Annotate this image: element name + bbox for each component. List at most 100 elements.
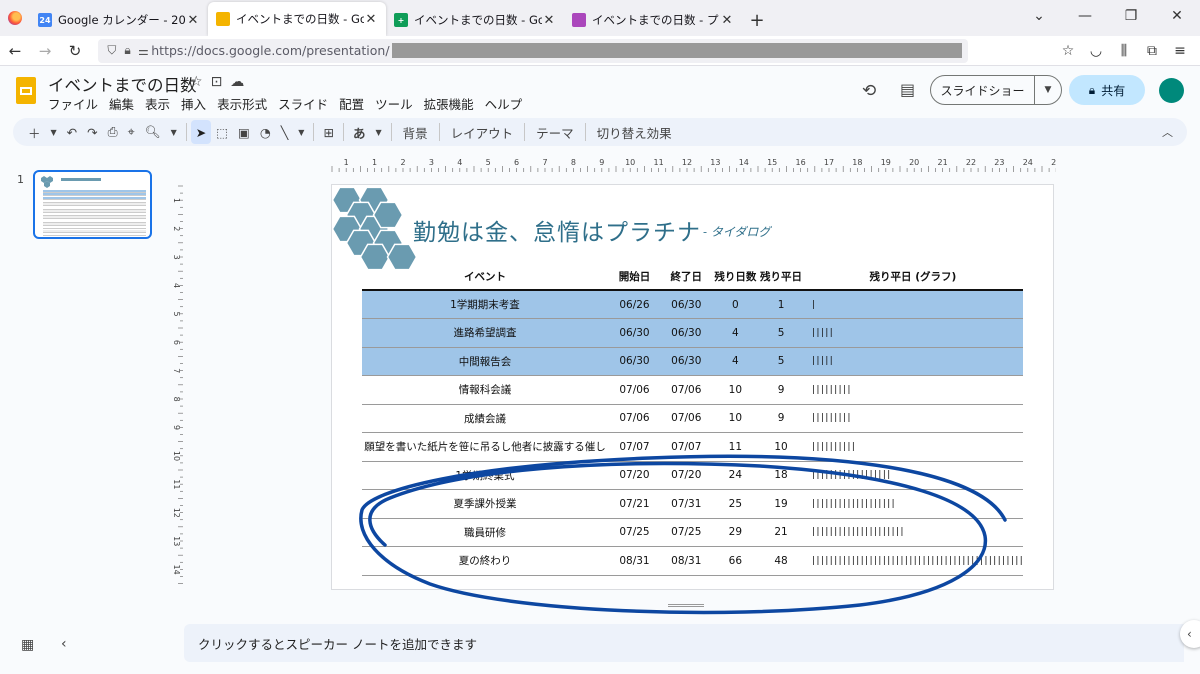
- print-icon[interactable]: ⎙: [103, 120, 123, 144]
- back-icon[interactable]: ←: [0, 42, 30, 60]
- theme-button[interactable]: テーマ: [529, 123, 581, 142]
- table-row[interactable]: 進路希望調査 06/30 06/30 4 5 |||||: [362, 318, 1023, 348]
- line-dropdown-icon[interactable]: ▼: [293, 120, 309, 144]
- browser-tab[interactable]: 24 Google カレンダー - 2023年 6月 2✕: [30, 4, 208, 36]
- browser-tab[interactable]: イベントまでの日数 - Google スライ✕: [208, 2, 386, 36]
- table-row[interactable]: 夏季課外授業 07/21 07/31 25 19 |||||||||||||||||||: [362, 489, 1023, 519]
- forward-icon[interactable]: →: [30, 42, 60, 60]
- undo-icon[interactable]: ↶: [62, 120, 82, 144]
- star-icon[interactable]: ☆: [190, 74, 203, 90]
- vertical-ruler[interactable]: 1 2 3 4 5 6 7 8 9 10 11 12 13 14: [169, 184, 183, 590]
- table-row[interactable]: 1学期期末考査 06/26 06/30 0 1 |: [362, 290, 1023, 319]
- paint-format-icon[interactable]: ⌖: [123, 120, 140, 144]
- menu-item[interactable]: スライド: [278, 94, 328, 113]
- slide-canvas[interactable]: 勤勉は金、怠惰はプラチナ - タイダログ イベント 開始日 終了日 残り日数 残り平日残…: [331, 184, 1054, 590]
- slideshow-button[interactable]: スライドショー ▼: [930, 75, 1062, 105]
- table-row[interactable]: 情報科会議 07/06 07/06 10 9 |||||||||: [362, 375, 1023, 405]
- comment-add-icon[interactable]: ⊞: [318, 120, 338, 144]
- line-icon[interactable]: ╲: [276, 120, 294, 144]
- new-tab-icon[interactable]: +: [742, 4, 772, 36]
- slide-thumbnail[interactable]: [33, 170, 152, 239]
- minimize-icon[interactable]: —: [1062, 8, 1108, 24]
- share-button[interactable]: 🔒︎ 共有: [1069, 75, 1145, 105]
- speaker-notes[interactable]: クリックするとスピーカー ノートを追加できます: [184, 624, 1184, 662]
- table-row[interactable]: 夏の終わり 08/31 08/31 66 48 |||||||||||||||||||||…: [362, 546, 1023, 576]
- reload-icon[interactable]: ↻: [60, 42, 90, 60]
- tab-close-icon[interactable]: ✕: [542, 13, 556, 28]
- menu-item[interactable]: ツール: [375, 94, 413, 113]
- slide-title[interactable]: 勤勉は金、怠惰はプラチナ: [413, 213, 701, 247]
- new-slide-dropdown-icon[interactable]: ▼: [46, 120, 62, 144]
- url-text[interactable]: https://docs.google.com/presentation/: [151, 43, 389, 58]
- background-button[interactable]: 背景: [396, 123, 435, 142]
- menu-item[interactable]: 表示: [145, 94, 170, 113]
- shape-icon[interactable]: ◔: [255, 120, 276, 144]
- tab-title[interactable]: イベントまでの日数 - Google スライ: [236, 11, 364, 27]
- slideshow-label[interactable]: スライドショー: [931, 76, 1035, 104]
- table-row[interactable]: 1学期終業式 07/20 07/20 24 18 ||||||||||||||||||: [362, 461, 1023, 490]
- firefox-icon[interactable]: [0, 0, 30, 36]
- lock-icon[interactable]: 🔒︎: [120, 43, 136, 58]
- table-cell-event: 中間報告会: [362, 347, 608, 376]
- url-bar[interactable]: ⛉ 🔒︎ ⚌ https://docs.google.com/presentat…: [98, 38, 968, 63]
- tab-title[interactable]: イベントまでの日数 - プロジェクト編: [592, 12, 720, 28]
- table-row[interactable]: 願望を書いた紙片を笹に吊るし他者に披露する催し 07/07 07/07 11 10 |||…: [362, 432, 1023, 462]
- table-row[interactable]: 成績会議 07/06 07/06 10 9 |||||||||: [362, 404, 1023, 433]
- permissions-icon[interactable]: ⚌: [136, 44, 152, 58]
- extensions-icon[interactable]: ⧉: [1138, 43, 1166, 59]
- version-history-icon[interactable]: ⟲: [862, 81, 876, 101]
- tab-title[interactable]: Google カレンダー - 2023年 6月 2: [58, 12, 186, 28]
- table-row[interactable]: 中間報告会 06/30 06/30 4 5 |||||: [362, 347, 1023, 376]
- cloud-status-icon[interactable]: ☁: [230, 74, 244, 90]
- input-tools-icon[interactable]: あ: [348, 120, 371, 144]
- bookmark-star-icon[interactable]: ☆: [1054, 43, 1082, 59]
- avatar[interactable]: [1159, 78, 1184, 103]
- collapse-toolbar-icon[interactable]: ︿: [1162, 124, 1177, 140]
- layout-button[interactable]: レイアウト: [444, 123, 521, 142]
- new-slide-icon[interactable]: ＋: [23, 120, 46, 144]
- transition-button[interactable]: 切り替え効果: [590, 123, 679, 142]
- slide-subtitle[interactable]: - タイダログ: [703, 223, 770, 240]
- hide-filmstrip-icon[interactable]: ‹: [61, 636, 67, 652]
- horizontal-ruler[interactable]: 1 1 2 3 4 5 6 7 8 9 10 11 12 13 14 15 16 17 18 19 20 21 22 23 24…: [330, 156, 1071, 172]
- event-table[interactable]: イベント 開始日 終了日 残り日数 残り平日 残り平日 (グラフ) 1学期期末考査 06/2…: [362, 263, 1023, 576]
- shield-icon[interactable]: ⛉: [104, 43, 120, 58]
- document-title[interactable]: イベントまでの日数: [48, 72, 197, 96]
- zoom-dropdown-icon[interactable]: ▼: [166, 120, 182, 144]
- zoom-icon[interactable]: 🔍︎: [140, 120, 166, 144]
- speaker-notes-placeholder: クリックするとスピーカー ノートを追加できます: [198, 636, 477, 652]
- close-window-icon[interactable]: ✕: [1154, 8, 1200, 24]
- menu-item[interactable]: 表示形式: [217, 94, 267, 113]
- menu-item[interactable]: 編集: [109, 94, 134, 113]
- tab-close-icon[interactable]: ✕: [364, 12, 378, 27]
- menu-item[interactable]: 配置: [339, 94, 364, 113]
- menu-item[interactable]: ヘルプ: [485, 94, 523, 113]
- grid-view-icon[interactable]: ▦: [21, 637, 34, 653]
- ruler-label: 11: [172, 479, 181, 489]
- menu-item[interactable]: 挿入: [181, 94, 206, 113]
- select-icon[interactable]: ➤: [190, 120, 212, 144]
- tab-list-icon[interactable]: ⌄: [1016, 8, 1062, 24]
- library-icon[interactable]: ⫼: [1110, 43, 1138, 59]
- menu-icon[interactable]: ≡: [1166, 43, 1194, 59]
- move-folder-icon[interactable]: ⊡: [211, 74, 223, 90]
- comments-icon[interactable]: ▤: [900, 80, 915, 99]
- table-row[interactable]: 職員研修 07/25 07/25 29 21 |||||||||||||||||||||: [362, 518, 1023, 547]
- browser-tab[interactable]: + イベントまでの日数 - Google スプレ✕: [386, 4, 564, 36]
- slides-logo-icon[interactable]: [16, 77, 36, 104]
- tab-close-icon[interactable]: ✕: [186, 13, 200, 28]
- text-box-icon[interactable]: ⬚: [211, 120, 233, 144]
- slide-resize-handle[interactable]: [668, 604, 704, 607]
- input-tools-dropdown-icon[interactable]: ▼: [370, 120, 386, 144]
- tab-title[interactable]: イベントまでの日数 - Google スプレ: [414, 12, 542, 28]
- tab-close-icon[interactable]: ✕: [720, 13, 734, 28]
- side-panel-toggle-icon[interactable]: ‹: [1180, 620, 1200, 648]
- pocket-icon[interactable]: ◡: [1082, 43, 1110, 59]
- redo-icon[interactable]: ↷: [82, 120, 102, 144]
- menu-item[interactable]: 拡張機能: [424, 94, 474, 113]
- menu-item[interactable]: ファイル: [48, 94, 98, 113]
- restore-icon[interactable]: ❐: [1108, 8, 1154, 24]
- browser-tab[interactable]: イベントまでの日数 - プロジェクト編✕: [564, 4, 742, 36]
- slideshow-dropdown-icon[interactable]: ▼: [1035, 85, 1061, 95]
- image-icon[interactable]: ▣: [233, 120, 255, 144]
